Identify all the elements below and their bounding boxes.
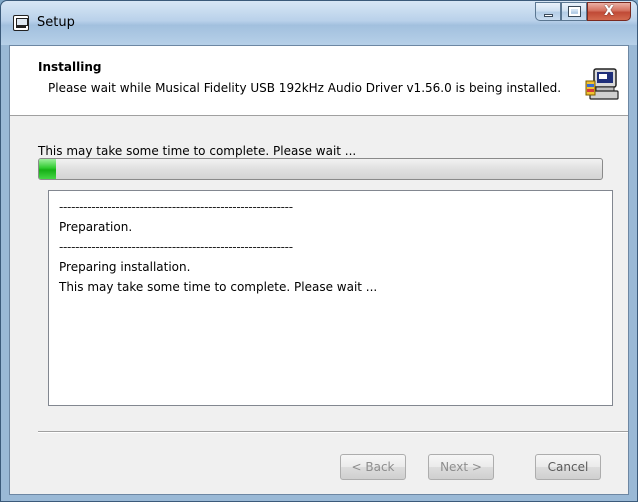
close-icon: X [603, 4, 615, 19]
button-area-divider [38, 431, 628, 433]
setup-app-icon [13, 15, 29, 31]
page-subtitle: Please wait while Musical Fidelity USB 1… [48, 81, 562, 95]
title-bar[interactable]: Setup X [1, 1, 637, 45]
page-title: Installing [38, 60, 102, 74]
dialog-client-area: Installing Please wait while Musical Fid… [9, 45, 629, 495]
maximize-button[interactable] [561, 2, 587, 21]
log-line: This may take some time to complete. Ple… [59, 280, 378, 294]
log-line: ----------------------------------------… [59, 240, 293, 254]
log-line: Preparing installation. [59, 260, 191, 274]
progress-status-text: This may take some time to complete. Ple… [38, 144, 357, 158]
install-log-list[interactable]: ----------------------------------------… [48, 190, 613, 406]
log-line: Preparation. [59, 220, 133, 234]
installation-progress-bar [38, 158, 603, 180]
header-panel: Installing Please wait while Musical Fid… [10, 46, 628, 116]
maximize-icon [568, 6, 581, 17]
next-button[interactable]: Next > [428, 454, 494, 480]
back-button[interactable]: < Back [340, 454, 406, 480]
minimize-button[interactable] [535, 2, 561, 21]
progress-bar-fill [39, 159, 56, 179]
setup-window: Setup X Installing Please wait while Mus… [0, 0, 638, 502]
minimize-icon [544, 14, 553, 17]
caption-buttons: X [535, 2, 631, 22]
log-line: ----------------------------------------… [59, 200, 293, 214]
cancel-button[interactable]: Cancel [535, 454, 601, 480]
window-title: Setup [37, 15, 75, 30]
close-button[interactable]: X [587, 2, 631, 21]
installer-computer-icon [585, 68, 619, 100]
